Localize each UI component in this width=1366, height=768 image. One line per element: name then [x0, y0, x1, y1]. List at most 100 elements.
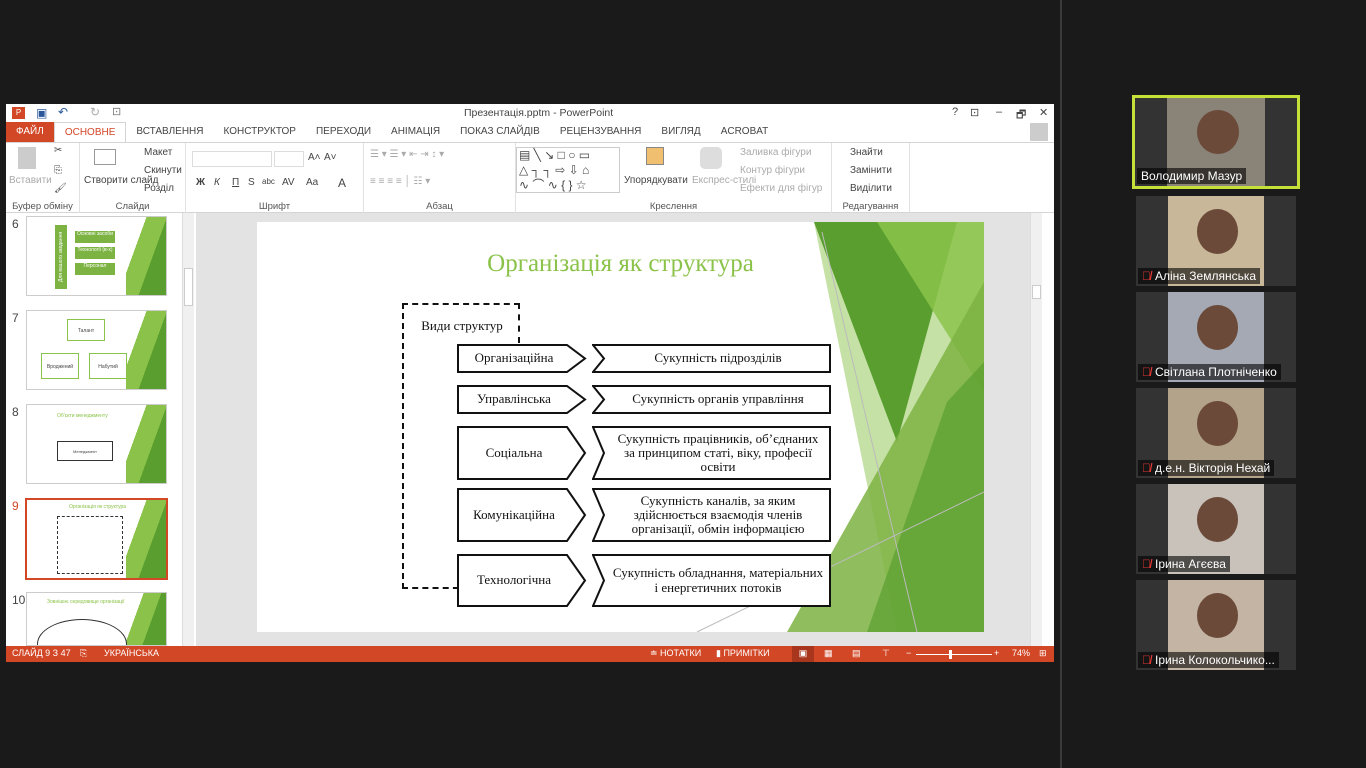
spellcheck-icon[interactable]: ⎘ — [80, 648, 87, 659]
save-icon[interactable]: ▣ — [36, 106, 47, 120]
slide-scrollbar[interactable] — [1030, 213, 1042, 646]
shapes-gallery[interactable]: ▤ ╲ ↘ □ ○ ▭ △ ┐ ┐ ⇨ ⇩ ⌂ ∿ ⌒ ∿ { } ☆ — [516, 147, 620, 193]
thumb-text: Технології (в-х) — [75, 247, 115, 259]
redo-icon[interactable]: ↻ — [90, 105, 100, 119]
participant-tile[interactable]: Володимир Мазур — [1132, 95, 1300, 189]
shape-effects-button[interactable]: Ефекти для фігур — [740, 183, 822, 194]
zoom-out-button[interactable]: − — [906, 648, 911, 658]
undo-icon[interactable]: ↶ — [58, 105, 68, 119]
section-button[interactable]: Розділ — [144, 183, 174, 194]
shape-fill-button[interactable]: Заливка фігури — [740, 147, 811, 158]
thumbnail-slide-8[interactable]: Об'єкти менеджменту Менеджмент — [26, 404, 167, 484]
copy-icon[interactable]: ⎘ — [54, 165, 62, 176]
slideshow-start-icon[interactable]: ⊡ — [112, 105, 121, 118]
shrink-font-button[interactable]: A˅ — [324, 152, 337, 163]
find-button[interactable]: Знайти — [850, 147, 883, 158]
layout-button[interactable]: Макет — [144, 147, 172, 158]
thumbnail-slide-9-selected[interactable]: Організація як структура — [25, 498, 168, 580]
font-color-button[interactable]: A — [338, 176, 346, 190]
tab-review[interactable]: РЕЦЕНЗУВАННЯ — [550, 122, 652, 142]
zoom-level[interactable]: 74% — [1012, 648, 1030, 658]
replace-button[interactable]: Замінити — [850, 165, 892, 176]
participant-avatar — [1196, 400, 1239, 446]
participant-tile[interactable]: 🎙̸ Ірина Агєєва — [1136, 484, 1296, 574]
align-icons[interactable]: ≡ ≡ ≡ ≡ │ ☷ ▾ — [370, 176, 430, 187]
italic-button[interactable]: К — [214, 177, 220, 188]
thumbnail-slide-6[interactable]: Для вашого завдання Основні засоби Техно… — [26, 216, 167, 296]
thumb-text: Організація як структура — [69, 504, 127, 510]
notes-button[interactable]: ≐ НОТАТКИ — [650, 648, 701, 659]
paste-icon — [18, 147, 36, 169]
scrollbar-thumb[interactable] — [1032, 285, 1041, 299]
tab-slideshow[interactable]: ПОКАЗ СЛАЙДІВ — [450, 122, 550, 142]
char-spacing-button[interactable]: AV — [282, 177, 295, 188]
grow-font-button[interactable]: A˄ — [308, 152, 321, 163]
shape-outline-button[interactable]: Контур фігури — [740, 165, 805, 176]
comments-label: ПРИМІТКИ — [723, 648, 770, 658]
structure-description: Сукупність обладнання, матеріальних і ен… — [612, 565, 824, 595]
fit-to-window-icon[interactable]: ⊞ — [1039, 648, 1047, 659]
new-slide-icon — [94, 149, 116, 165]
account-avatar-icon[interactable] — [1030, 123, 1048, 141]
tab-insert[interactable]: ВСТАВЛЕННЯ — [126, 122, 213, 142]
bullets-icon[interactable]: ☰ ▾ ☰ ▾ ⇤ ⇥ ↕ ▾ — [370, 149, 444, 160]
font-group: A˄ A˅ Ж К П S abc AV Aa A Шрифт — [186, 143, 364, 213]
normal-view-icon[interactable]: ▣ — [792, 646, 814, 662]
structure-description: Сукупність органів управління — [632, 391, 804, 407]
zoom-slider-thumb[interactable] — [949, 650, 953, 659]
bold-button[interactable]: Ж — [196, 177, 205, 188]
thumbnail-slide-10[interactable]: Зовнішнє середовище організації — [26, 592, 167, 646]
font-size-select[interactable] — [274, 151, 304, 167]
reset-button[interactable]: Скинути — [144, 165, 182, 176]
tab-home[interactable]: ОСНОВНЕ — [53, 122, 127, 142]
change-case-button[interactable]: Aa — [306, 177, 318, 188]
structure-description: Сукупність підрозділів — [654, 350, 782, 366]
comments-button[interactable]: ▮ ПРИМІТКИ — [716, 648, 770, 659]
tab-file[interactable]: ФАЙЛ — [6, 122, 54, 142]
thumbnail-slide-7[interactable]: Талант Вроджений Набутий — [26, 310, 167, 390]
muted-mic-icon: 🎙̸ — [1142, 653, 1151, 667]
structure-type: Організаційна — [474, 350, 554, 366]
tab-animations[interactable]: АНІМАЦІЯ — [381, 122, 450, 142]
select-button[interactable]: Виділити — [850, 183, 892, 194]
zoom-slider[interactable] — [916, 650, 992, 659]
reading-view-icon[interactable]: ▤ — [852, 648, 861, 659]
zoom-in-button[interactable]: + — [994, 648, 999, 658]
thumb-text: Менеджмент — [57, 441, 113, 461]
participant-tile[interactable]: 🎙̸ Ірина Колокольчико... — [1136, 580, 1296, 670]
thumbnails-scrollbar[interactable] — [182, 213, 194, 646]
tab-transitions[interactable]: ПЕРЕХОДИ — [306, 122, 381, 142]
shadow-button[interactable]: S — [248, 177, 255, 188]
editing-group: Знайти Замінити Виділити Редагування — [832, 143, 910, 213]
panel-divider[interactable] — [1060, 0, 1062, 768]
format-painter-icon[interactable]: 🖌 — [54, 183, 67, 194]
tab-view[interactable]: ВИГЛЯД — [651, 122, 710, 142]
participant-tile[interactable]: 🎙̸ д.е.н. Вікторія Нехай — [1136, 388, 1296, 478]
tab-acrobat[interactable]: ACROBAT — [711, 122, 779, 142]
thumbnail-number: 10 — [12, 593, 26, 607]
paste-button[interactable]: Вставити — [9, 175, 52, 186]
slideshow-icon[interactable]: ⊤ — [882, 648, 890, 659]
participant-name-tag: Володимир Мазур — [1137, 168, 1247, 184]
cut-icon[interactable]: ✂ — [54, 145, 62, 156]
minimize-button[interactable]: – — [996, 106, 1002, 118]
arrange-icon — [646, 147, 664, 165]
participant-tile[interactable]: 🎙̸ Аліна Землянська — [1136, 196, 1296, 286]
underline-button[interactable]: П — [232, 177, 239, 188]
scrollbar-thumb[interactable] — [184, 268, 193, 306]
structure-type: Соціальна — [485, 444, 543, 460]
slide-sorter-icon[interactable]: ▦ — [824, 648, 833, 659]
font-name-select[interactable] — [192, 151, 272, 167]
language[interactable]: УКРАЇНСЬКА — [104, 648, 159, 658]
thumb-text: Об'єкти менеджменту — [57, 413, 108, 419]
strikethrough-button[interactable]: abc — [262, 177, 275, 186]
thumbnail-number: 6 — [12, 217, 19, 231]
ribbon-display-button[interactable]: ⊡ — [970, 106, 979, 119]
help-button[interactable]: ? — [952, 106, 958, 118]
thumbnail-number: 9 — [12, 499, 19, 513]
participant-tile[interactable]: 🎙̸ Світлана Плотніченко — [1136, 292, 1296, 382]
close-button[interactable]: ✕ — [1039, 106, 1048, 119]
tab-design[interactable]: КОНСТРУКТОР — [214, 122, 306, 142]
arrange-button[interactable]: Упорядкувати — [624, 175, 688, 186]
slide-canvas[interactable]: Організація як структура Види структур О… — [257, 222, 984, 632]
